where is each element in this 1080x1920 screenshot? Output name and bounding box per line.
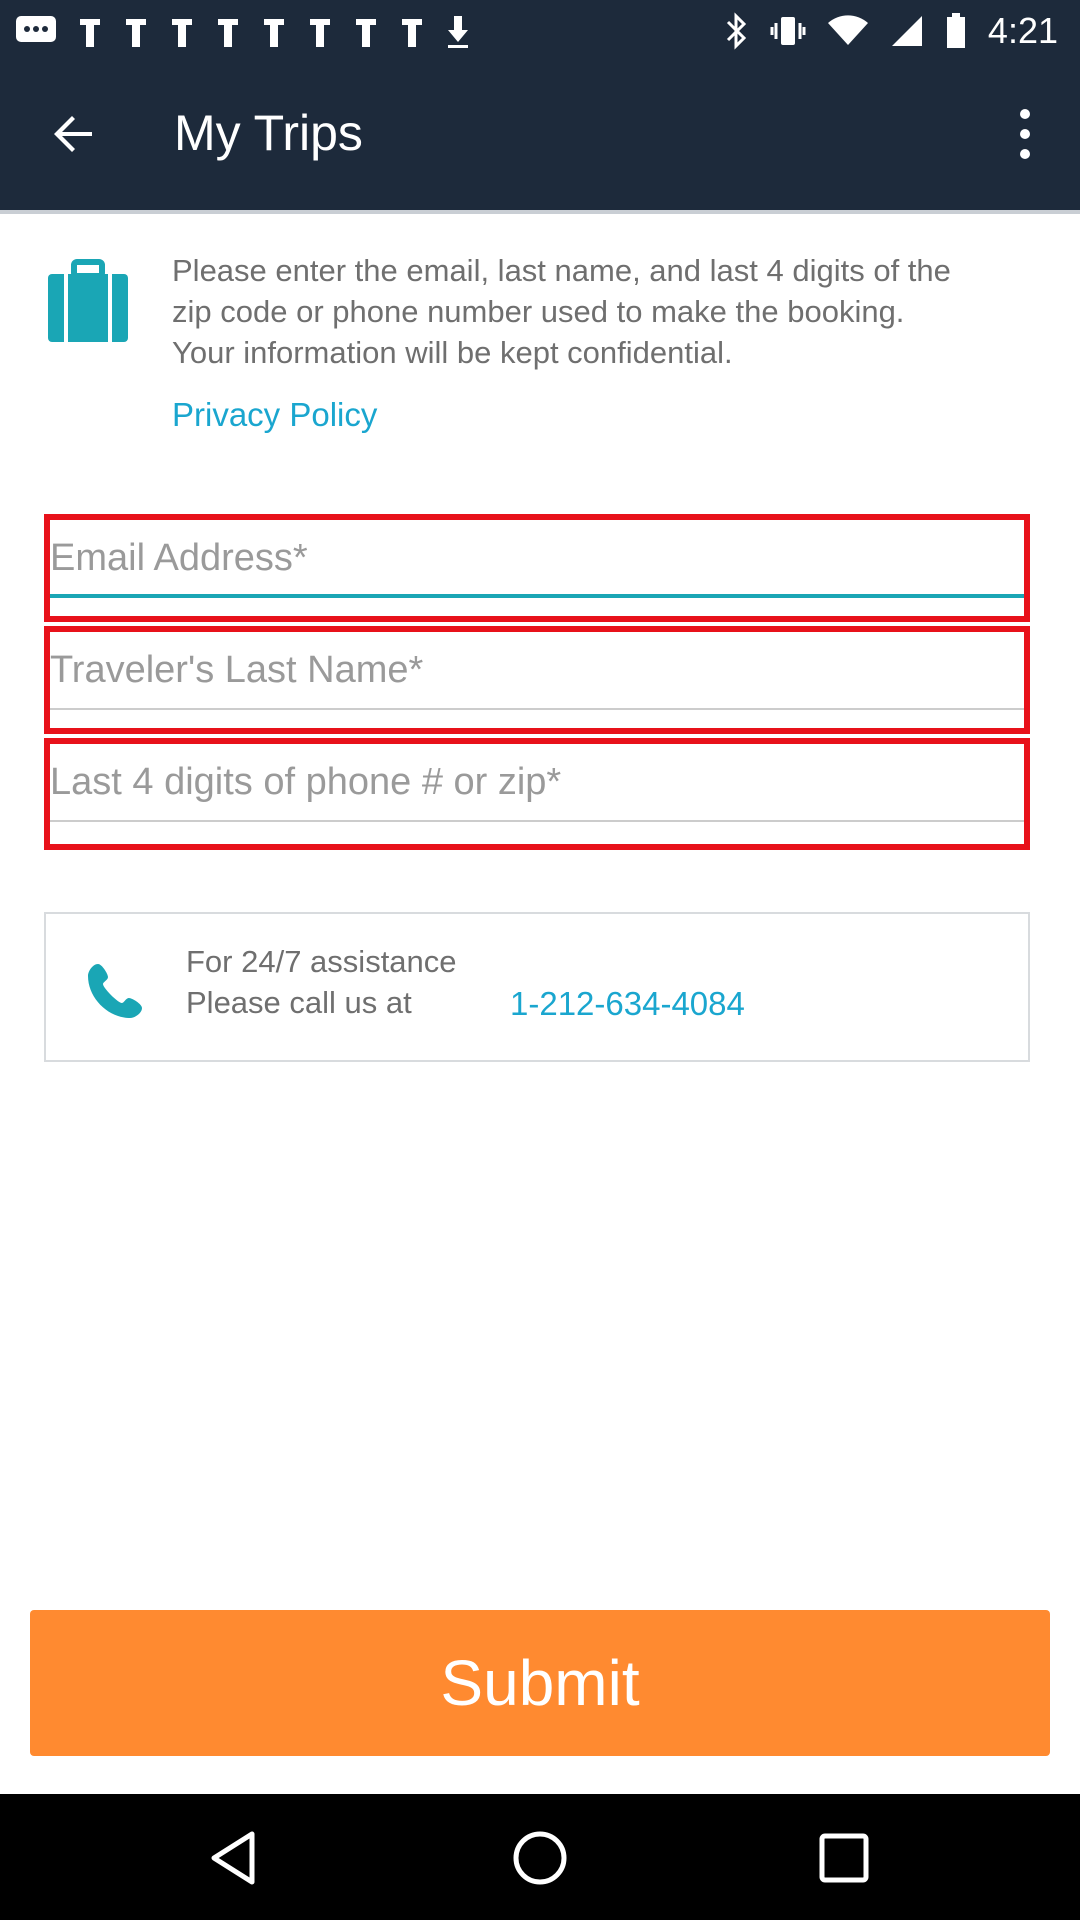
page-title: My Trips <box>174 105 363 161</box>
email-field[interactable] <box>50 528 1026 588</box>
notification-icon <box>310 19 330 47</box>
status-bar: 4:21 <box>0 0 1080 64</box>
notification-icon <box>80 19 100 47</box>
phone-or-zip-field[interactable] <box>50 752 1026 812</box>
bluetooth-icon <box>726 12 747 50</box>
arrow-back-icon[interactable] <box>44 104 104 164</box>
vibrate-icon <box>770 17 806 45</box>
chat-bubble-icon <box>16 16 56 42</box>
last-name-field[interactable] <box>50 640 1026 700</box>
recents-square-icon[interactable] <box>814 1828 874 1888</box>
back-triangle-icon[interactable] <box>206 1828 266 1888</box>
status-time: 4:21 <box>987 10 1058 51</box>
digits-field-wrapper <box>50 744 1026 844</box>
system-nav-bar <box>0 1794 1080 1920</box>
more-vert-icon[interactable] <box>1010 104 1040 164</box>
status-bar-system: 4:21 <box>724 10 1058 52</box>
notification-icon <box>218 19 238 47</box>
notification-icon <box>264 19 284 47</box>
assistance-line-2: Please call us at <box>186 985 412 1020</box>
notification-icon <box>402 19 422 47</box>
app-bar: My Trips <box>0 64 1080 210</box>
signal-icon <box>891 16 922 46</box>
phone-number-link[interactable]: 1-212-634-4084 <box>510 985 745 1023</box>
wifi-icon <box>827 15 868 45</box>
notification-icon <box>356 19 376 47</box>
download-icon <box>448 16 468 48</box>
notification-icon <box>126 19 146 47</box>
phone-icon[interactable] <box>86 960 146 1020</box>
digits-field-container <box>44 738 1030 850</box>
submit-button[interactable]: Submit <box>30 1610 1050 1756</box>
briefcase-icon <box>48 259 128 342</box>
status-bar-notifications <box>14 14 472 50</box>
home-circle-icon[interactable] <box>510 1828 570 1888</box>
phone-or-zip-field-underline <box>50 820 1024 822</box>
info-text: Please enter the email, last name, and l… <box>172 253 951 370</box>
last-name-field-wrapper <box>50 632 1026 728</box>
battery-icon <box>946 13 965 48</box>
notification-icon <box>172 19 192 47</box>
email-field-wrapper <box>50 520 1026 616</box>
assistance-card: For 24/7 assistance Please call us at 1-… <box>44 912 1030 1062</box>
email-field-container <box>44 514 1030 622</box>
privacy-policy-link[interactable]: Privacy Policy <box>172 396 377 434</box>
last-name-field-underline <box>50 708 1024 710</box>
info-section: Please enter the email, last name, and l… <box>0 214 1080 484</box>
assistance-line-1: For 24/7 assistance <box>186 944 457 979</box>
email-field-underline <box>50 594 1024 598</box>
last-name-field-container <box>44 626 1030 734</box>
